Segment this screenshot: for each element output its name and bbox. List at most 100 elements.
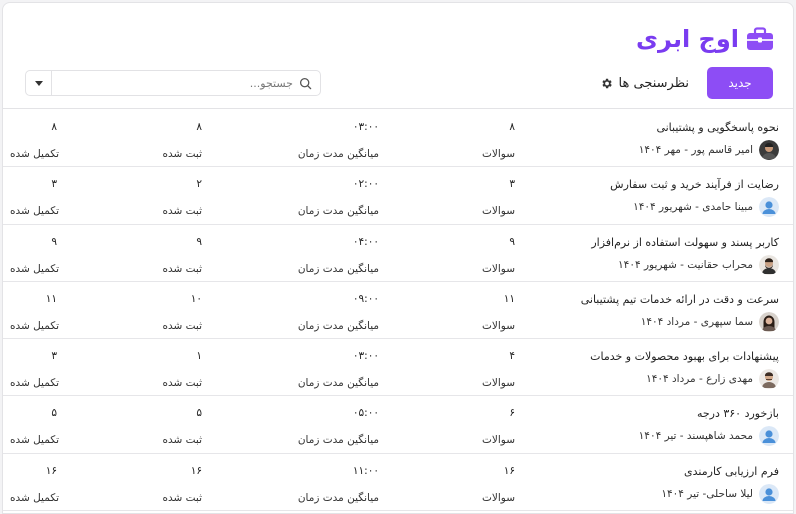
survey-title[interactable]: رضایت از فرآیند خرید و ثبت سفارش xyxy=(610,178,779,191)
avg-time-label: میانگین مدت زمان xyxy=(297,205,379,218)
registered-label: ثبت شده xyxy=(162,148,202,160)
author-text: مبینا حامدی - شهریور ۱۴۰۴ xyxy=(633,201,753,214)
brand-name: اوج ابری xyxy=(636,25,740,53)
avg-time-value: ۰۳:۰۰ xyxy=(352,121,379,133)
registered-count: ۱۰ xyxy=(190,292,202,305)
completed-count: ۹ xyxy=(51,235,57,248)
avatar xyxy=(759,140,779,160)
survey-author: سما سپهری - مرداد ۱۴۰۴ xyxy=(640,311,779,332)
avatar xyxy=(759,369,779,390)
survey-row[interactable]: نحوه پاسخگویی و پشتیبانی امیر قاسم پور -… xyxy=(3,110,793,168)
avatar xyxy=(759,197,779,218)
filter-dropdown[interactable] xyxy=(26,71,52,95)
avg-time-value: ۰۲:۰۰ xyxy=(352,178,379,191)
search-box xyxy=(25,70,321,96)
survey-title[interactable]: بازخورد ۳۶۰ درجه xyxy=(697,407,779,420)
avatar xyxy=(759,426,779,447)
questions-count: ۹ xyxy=(509,235,515,248)
registered-label: ثبت شده xyxy=(162,319,202,332)
questions-label: سوالات xyxy=(481,262,515,275)
user-placeholder-icon xyxy=(759,197,779,218)
survey-row[interactable]: بازخورد ۳۶۰ درجه محمد شاهپسند - تیر ۱۴۰۴… xyxy=(3,396,793,454)
registered-label: ثبت شده xyxy=(162,434,202,447)
survey-author: محراب حقانیت - شهریور ۱۴۰۴ xyxy=(618,254,779,275)
survey-author: مبینا حامدی - شهریور ۱۴۰۴ xyxy=(633,197,779,218)
completed-count: ۳ xyxy=(51,178,57,191)
survey-author: امیر قاسم پور - مهر ۱۴۰۴ xyxy=(639,140,779,160)
completed-count: ۳ xyxy=(51,350,57,363)
new-survey-button[interactable]: جدید xyxy=(707,67,773,99)
survey-title[interactable]: پیشنهادات برای بهبود محصولات و خدمات xyxy=(590,350,779,363)
completed-label: تکمیل شده xyxy=(9,434,59,447)
survey-title[interactable]: کاربر پسند و سهولت استفاده از نرم‌افزار xyxy=(591,236,779,249)
avg-time-label: میانگین مدت زمان xyxy=(297,491,379,504)
survey-row[interactable]: کاربر پسند و سهولت استفاده از نرم‌افزار … xyxy=(3,225,793,282)
caret-down-icon xyxy=(34,81,43,86)
survey-row[interactable]: فرم ارزیابی کارمندی لیلا ساحلی- تیر ۱۴۰۴… xyxy=(3,454,793,512)
completed-label: تکمیل شده xyxy=(9,491,59,504)
avg-time-label: میانگین مدت زمان xyxy=(297,434,379,447)
gear-icon[interactable] xyxy=(600,77,613,90)
avg-time-label: میانگین مدت زمان xyxy=(297,319,379,332)
questions-label: سوالات xyxy=(481,148,515,160)
brand-logo[interactable]: اوج ابری xyxy=(636,25,775,53)
survey-title[interactable]: نحوه پاسخگویی و پشتیبانی xyxy=(656,121,779,134)
registered-label: ثبت شده xyxy=(162,262,202,275)
completed-count: ۸ xyxy=(51,121,57,133)
survey-title[interactable]: سرعت و دقت در ارائه خدمات تیم پشتیبانی xyxy=(581,293,779,306)
completed-label: تکمیل شده xyxy=(9,319,59,332)
survey-row[interactable]: پیشنهادات برای بهبود محصولات و خدمات مهد… xyxy=(3,339,793,397)
avg-time-value: ۰۳:۰۰ xyxy=(352,350,379,363)
questions-label: سوالات xyxy=(481,434,515,447)
author-text: مهدی زارع - مرداد ۱۴۰۴ xyxy=(646,373,753,386)
registered-label: ثبت شده xyxy=(162,491,202,504)
questions-count: ۸ xyxy=(509,121,515,133)
registered-count: ۹ xyxy=(196,235,202,248)
user-photo xyxy=(759,254,779,275)
user-placeholder-icon xyxy=(759,483,779,504)
user-photo xyxy=(759,311,779,332)
avg-time-label: میانگین مدت زمان xyxy=(297,148,379,160)
questions-label: سوالات xyxy=(481,205,515,218)
questions-count: ۱۱ xyxy=(503,292,515,305)
author-text: سما سپهری - مرداد ۱۴۰۴ xyxy=(640,315,753,328)
completed-label: تکمیل شده xyxy=(9,377,59,390)
registered-label: ثبت شده xyxy=(162,205,202,218)
section-title: نظرسنجی ها xyxy=(600,67,689,99)
questions-count: ۴ xyxy=(509,350,515,363)
registered-count: ۱ xyxy=(196,350,202,363)
header: اوج ابری جدید نظرسنجی ها xyxy=(3,3,793,109)
author-text: محمد شاهپسند - تیر ۱۴۰۴ xyxy=(638,430,753,443)
avg-time-value: ۰۹:۰۰ xyxy=(352,292,379,305)
user-photo xyxy=(759,140,779,160)
survey-title[interactable]: فرم ارزیابی کارمندی xyxy=(684,465,779,478)
questions-count: ۱۶ xyxy=(503,464,515,477)
questions-count: ۶ xyxy=(509,407,515,420)
registered-count: ۲ xyxy=(196,178,202,191)
avg-time-value: ۰۵:۰۰ xyxy=(352,407,379,420)
author-text: محراب حقانیت - شهریور ۱۴۰۴ xyxy=(618,258,753,271)
completed-count: ۱۱ xyxy=(45,292,57,305)
registered-count: ۵ xyxy=(196,407,202,420)
completed-label: تکمیل شده xyxy=(9,262,59,275)
questions-count: ۳ xyxy=(509,178,515,191)
survey-row[interactable]: سرعت و دقت در ارائه خدمات تیم پشتیبانی س… xyxy=(3,282,793,340)
questions-label: سوالات xyxy=(481,319,515,332)
registered-count: ۱۶ xyxy=(190,464,202,477)
registered-label: ثبت شده xyxy=(162,377,202,390)
questions-label: سوالات xyxy=(481,377,515,390)
survey-row[interactable]: رضایت از فرآیند خرید و ثبت سفارش مبینا ح… xyxy=(3,167,793,225)
toolbar: جدید نظرسنجی ها xyxy=(3,67,793,99)
avg-time-label: میانگین مدت زمان xyxy=(297,377,379,390)
survey-author: لیلا ساحلی- تیر ۱۴۰۴ xyxy=(661,483,779,504)
section-title-text: نظرسنجی ها xyxy=(618,75,689,91)
user-photo xyxy=(759,369,779,390)
surveys-card: اوج ابری جدید نظرسنجی ها جستجو... نحوه پ… xyxy=(2,2,794,514)
search-icon xyxy=(299,77,312,89)
search-input[interactable] xyxy=(52,72,299,94)
briefcase-icon xyxy=(747,27,773,50)
completed-count: ۵ xyxy=(51,407,57,420)
survey-author: مهدی زارع - مرداد ۱۴۰۴ xyxy=(646,369,779,390)
user-placeholder-icon xyxy=(759,426,779,447)
avatar xyxy=(759,311,779,332)
